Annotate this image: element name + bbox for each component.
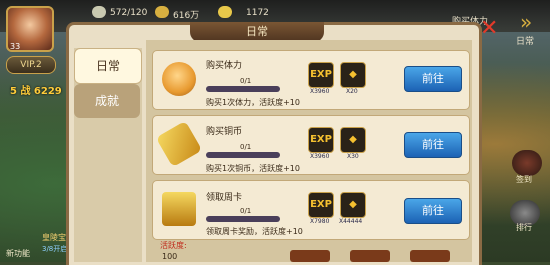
reward-count: X44444 — [339, 218, 363, 225]
task-progress-text: 0/1 — [240, 207, 252, 215]
silver-value: 616万 — [173, 11, 200, 21]
reward-exp: EXP — [308, 192, 334, 218]
task-progress-text: 0/1 — [240, 143, 252, 151]
exp-icon: EXP — [310, 134, 332, 145]
signin-label[interactable]: 签到 — [516, 174, 532, 185]
silver-coin-icon — [155, 6, 169, 18]
new-feature-icon[interactable] — [8, 228, 42, 248]
reward-count: X3960 — [310, 88, 330, 95]
reward-gold: ◆ — [340, 192, 366, 218]
reward-count: X7980 — [310, 218, 330, 225]
exp-icon: EXP — [310, 69, 332, 80]
reward-gold: ◆ — [340, 62, 366, 88]
activity-chest-icon[interactable] — [410, 250, 450, 262]
task-progress-bar — [206, 152, 280, 158]
tab-achievements[interactable]: 成就 — [74, 84, 140, 118]
task-name: 领取周卡 — [206, 193, 243, 203]
activity-chest-icon[interactable] — [290, 250, 330, 262]
expand-arrows-icon[interactable]: » — [520, 10, 532, 34]
reward-count: X20 — [346, 88, 358, 95]
vip-badge[interactable]: VIP.2 — [6, 56, 56, 74]
stamina-value: 572/120 — [110, 8, 148, 18]
gold-ingot-icon — [218, 6, 232, 18]
daily-shortcut-label[interactable]: 日常 — [516, 34, 534, 47]
task-progress-text: 0/1 — [240, 77, 252, 85]
go-button[interactable]: 前往 — [404, 198, 462, 224]
signin-button[interactable] — [512, 150, 542, 176]
close-icon[interactable]: ✕ — [480, 18, 500, 40]
new-feature-label[interactable]: 新功能 — [6, 248, 30, 259]
reward-exp: EXP — [308, 127, 334, 153]
task-description: 购买1次体力，活跃度+10 — [206, 98, 300, 107]
gold-ingot-icon: ◆ — [349, 199, 357, 210]
bun-icon — [162, 62, 196, 96]
event-subtitle: 3/8开启 — [42, 245, 68, 253]
gold-ingot-icon: ◆ — [349, 69, 357, 80]
tab-daily[interactable]: 日常 — [74, 48, 142, 84]
task-description: 购买1次铜币，活跃度+10 — [206, 164, 300, 173]
panel-title: 日常 — [190, 22, 324, 42]
gold-ingot-stack-icon — [162, 192, 196, 226]
player-level: 33 — [10, 42, 21, 51]
combat-power: 5 战 6229 — [10, 86, 62, 97]
task-name: 购买铜币 — [206, 127, 243, 137]
reward-count: X3960 — [310, 153, 330, 160]
reward-exp: EXP — [308, 62, 334, 88]
stamina-icon — [92, 6, 106, 18]
activity-chest-icon[interactable] — [350, 250, 390, 262]
reward-gold: ◆ — [340, 127, 366, 153]
gold-ingot-icon: ◆ — [349, 134, 357, 145]
task-name: 购买体力 — [206, 61, 243, 71]
ranking-label[interactable]: 排行 — [516, 222, 532, 233]
exp-icon: EXP — [310, 199, 332, 210]
go-button[interactable]: 前往 — [404, 132, 462, 158]
task-progress-bar — [206, 216, 280, 222]
task-description: 领取周卡奖励，活跃度+10 — [206, 227, 303, 236]
go-button[interactable]: 前往 — [404, 66, 462, 92]
activity-value: 100 — [162, 252, 178, 261]
task-progress-bar — [206, 86, 280, 92]
reward-count: X30 — [347, 153, 359, 160]
activity-label: 活跃度: — [160, 241, 187, 250]
gold-value: 1172 — [246, 8, 269, 18]
